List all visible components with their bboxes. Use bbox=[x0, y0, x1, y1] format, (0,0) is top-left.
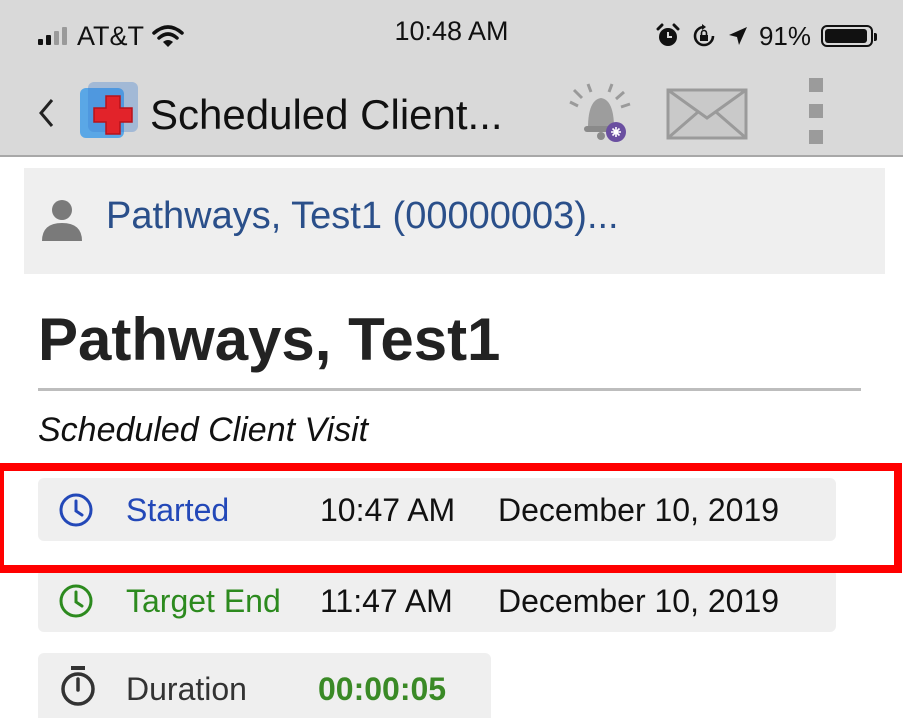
started-row: Started 10:47 AM December 10, 2019 bbox=[38, 478, 836, 541]
back-button[interactable] bbox=[38, 88, 54, 140]
target-end-label: Target End bbox=[126, 583, 281, 619]
duration-value: 00:00:05 bbox=[318, 671, 447, 707]
alarm-icon bbox=[656, 23, 680, 46]
location-arrow-icon bbox=[728, 27, 747, 45]
rotation-lock-icon bbox=[693, 24, 715, 47]
kebab-menu-icon[interactable] bbox=[806, 78, 826, 148]
duration-label: Duration bbox=[126, 671, 247, 707]
status-right: 91% bbox=[655, 18, 877, 54]
status-bar: AT&T 10:48 AM 91% bbox=[0, 0, 903, 70]
started-date: December 10, 2019 bbox=[498, 492, 780, 528]
medical-cross-logo-icon[interactable] bbox=[78, 80, 144, 144]
duration-row: Duration 00:00:05 bbox=[38, 653, 491, 718]
client-bar[interactable]: Pathways, Test1 (00000003)... bbox=[24, 168, 885, 274]
clock-icon bbox=[59, 493, 93, 527]
stopwatch-icon bbox=[61, 666, 95, 706]
person-icon bbox=[42, 200, 82, 241]
client-name-heading: Pathways, Test1 bbox=[38, 306, 501, 373]
visit-type: Scheduled Client Visit bbox=[38, 411, 369, 449]
chevron-left-icon bbox=[39, 99, 54, 127]
started-label: Started bbox=[126, 492, 230, 528]
target-end-time: 11:47 AM bbox=[320, 583, 453, 619]
battery-percent: 91% bbox=[758, 20, 811, 51]
divider bbox=[38, 388, 861, 391]
envelope-icon[interactable] bbox=[666, 88, 748, 140]
bell-notification-icon[interactable] bbox=[566, 78, 636, 148]
target-end-date: December 10, 2019 bbox=[498, 583, 780, 619]
nav-bar: Scheduled Client... bbox=[0, 70, 903, 157]
clock-icon bbox=[59, 584, 93, 618]
target-end-row: Target End 11:47 AM December 10, 2019 bbox=[38, 569, 836, 632]
started-time: 10:47 AM bbox=[320, 492, 456, 528]
battery-icon bbox=[821, 25, 877, 47]
client-link[interactable]: Pathways, Test1 (00000003)... bbox=[106, 190, 619, 242]
page-title: Scheduled Client... bbox=[150, 91, 503, 138]
